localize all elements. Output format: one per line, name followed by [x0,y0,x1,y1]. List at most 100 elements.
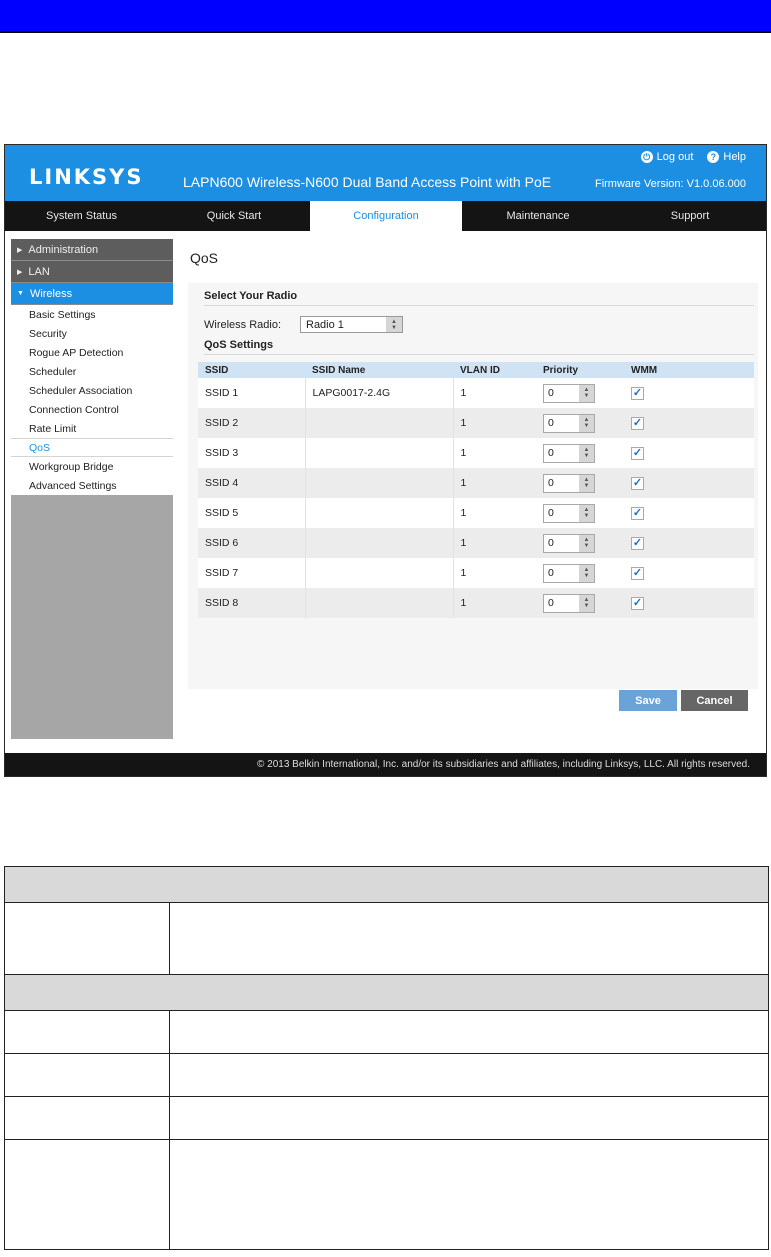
wmm-checkbox[interactable]: ✓ [631,566,644,580]
wmm-checkbox[interactable]: ✓ [631,596,644,610]
description-table [4,866,769,1250]
sidebar-wireless-items: Basic Settings Security Rogue AP Detecti… [11,305,173,495]
updown-arrows-icon: ▲ ▼ [579,504,594,522]
doc-cell [169,1096,769,1140]
updown-arrows-icon: ▲ ▼ [579,444,594,462]
doc-cell [169,902,769,975]
updown-arrows-icon: ▲ ▼ [579,564,594,582]
ssid-name-cell [304,408,454,438]
doc-row [4,1010,769,1054]
priority-value: 0 [548,537,554,549]
table-row: SSID 8 1 0 ▲ ▼ ✓ [198,588,754,618]
sidebar-item-scheduler[interactable]: Scheduler [11,362,173,381]
tab-configuration[interactable]: Configuration [310,201,462,231]
wmm-checkbox[interactable]: ✓ [631,386,644,400]
ssid-cell: SSID 5 [198,498,305,528]
table-header-row: SSID SSID Name VLAN ID Priority WMM [198,362,754,378]
wireless-radio-select[interactable]: Radio 1 ▲ ▼ [300,316,403,333]
linksys-logo: LINKSYS [29,165,144,189]
priority-value: 0 [548,597,554,609]
wmm-checkbox[interactable]: ✓ [631,446,644,460]
sidebar-group-wireless[interactable]: ▼ Wireless [11,283,173,305]
page-title: QoS [190,250,219,266]
qos-settings-heading: QoS Settings [204,339,754,355]
help-link[interactable]: ? Help [707,151,746,163]
ssid-name-cell [304,528,454,558]
doc-section-row [4,974,769,1011]
doc-cell [169,1010,769,1054]
logout-link[interactable]: ⏻ Log out [640,151,694,163]
sidebar-item-connection-control[interactable]: Connection Control [11,400,173,419]
priority-cell: 0 ▲ ▼ [536,588,624,618]
ssid-cell: SSID 6 [198,528,305,558]
doc-cell [4,1010,170,1054]
priority-select[interactable]: 0 ▲ ▼ [543,413,595,433]
sidebar-group-administration[interactable]: ▶ Administration [11,239,173,261]
vlan-id-cell: 1 [453,588,536,618]
sidebar-item-qos[interactable]: QoS [11,438,173,457]
sidebar-group-lan[interactable]: ▶ LAN [11,261,173,283]
ssid-name-cell [304,498,454,528]
sidebar-group-label: LAN [28,265,50,278]
top-links: ⏻ Log out ? Help [640,151,746,163]
logout-label: Log out [656,151,694,163]
vlan-id-cell: 1 [453,558,536,588]
updown-arrows-icon: ▲ ▼ [579,384,594,402]
priority-select[interactable]: 0 ▲ ▼ [543,533,595,553]
priority-cell: 0 ▲ ▼ [536,468,624,498]
save-button[interactable]: Save [619,690,677,711]
sidebar-item-scheduler-association[interactable]: Scheduler Association [11,381,173,400]
cancel-button[interactable]: Cancel [681,690,748,711]
sidebar-group-label: Wireless [29,287,73,300]
priority-select[interactable]: 0 ▲ ▼ [543,383,595,403]
doc-row [4,1096,769,1140]
table-row: SSID 2 1 0 ▲ ▼ ✓ [198,408,754,438]
doc-cell [169,1139,769,1250]
priority-value: 0 [548,477,554,489]
wmm-checkbox[interactable]: ✓ [631,506,644,520]
wmm-checkbox[interactable]: ✓ [631,536,644,550]
tab-system-status[interactable]: System Status [5,201,158,231]
priority-value: 0 [548,447,554,459]
priority-select[interactable]: 0 ▲ ▼ [543,503,595,523]
priority-select[interactable]: 0 ▲ ▼ [543,443,595,463]
sidebar-group-label: Administration [28,243,99,256]
sidebar-item-workgroup-bridge[interactable]: Workgroup Bridge [11,457,173,476]
priority-select[interactable]: 0 ▲ ▼ [543,593,595,613]
sidebar-item-advanced-settings[interactable]: Advanced Settings [11,476,173,495]
wmm-cell: ✓ [624,378,754,408]
wmm-checkbox[interactable]: ✓ [631,476,644,490]
table-row: SSID 5 1 0 ▲ ▼ ✓ [198,498,754,528]
ssid-cell: SSID 2 [198,408,305,438]
tab-support[interactable]: Support [614,201,766,231]
footer: © 2013 Belkin International, Inc. and/or… [5,753,766,776]
sidebar-item-basic-settings[interactable]: Basic Settings [11,305,173,324]
wmm-checkbox[interactable]: ✓ [631,416,644,430]
help-icon: ? [707,151,720,163]
ssid-name-cell [304,438,454,468]
wireless-radio-label: Wireless Radio: [204,318,282,331]
priority-select[interactable]: 0 ▲ ▼ [543,563,595,583]
doc-cell [4,902,170,975]
qos-panel: Select Your Radio Wireless Radio: Radio … [188,283,758,711]
column-header-ssid: SSID [198,362,305,378]
triangle-down-icon: ▼ [17,290,24,297]
sidebar-item-rate-limit[interactable]: Rate Limit [11,419,173,438]
priority-cell: 0 ▲ ▼ [536,528,624,558]
product-title: LAPN600 Wireless-N600 Dual Band Access P… [183,174,552,190]
table-row: SSID 1 LAPG0017-2.4G 1 0 ▲ ▼ ✓ [198,378,754,408]
priority-select[interactable]: 0 ▲ ▼ [543,473,595,493]
priority-value: 0 [548,567,554,579]
sidebar-item-security[interactable]: Security [11,324,173,343]
firmware-version: Firmware Version: V1.0.06.000 [594,178,746,190]
triangle-right-icon: ▶ [17,246,23,254]
updown-arrows-icon: ▲ ▼ [579,414,594,432]
sidebar: ▶ Administration ▶ LAN ▼ Wireless Basic … [11,239,173,739]
tab-maintenance[interactable]: Maintenance [462,201,614,231]
column-header-priority: Priority [536,362,624,378]
document-header-band [0,0,771,33]
tab-quick-start[interactable]: Quick Start [158,201,310,231]
triangle-right-icon: ▶ [17,268,23,276]
sidebar-item-rogue-ap-detection[interactable]: Rogue AP Detection [11,343,173,362]
column-header-wmm: WMM [624,362,754,378]
